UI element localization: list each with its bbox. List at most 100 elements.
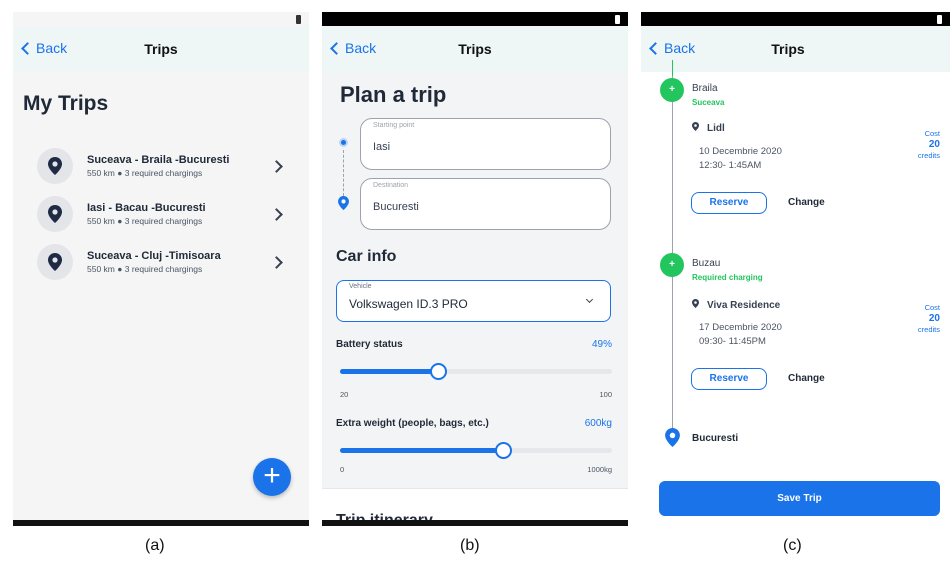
cost-value: 20 [928, 313, 940, 324]
add-trip-button[interactable]: + [253, 458, 291, 496]
reservation-time: 09:30- 11:45PM [699, 336, 766, 347]
change-button[interactable]: Change [788, 373, 825, 384]
reservation-date: 17 Decembrie 2020 [699, 322, 782, 333]
location-pin-icon [692, 122, 699, 134]
reservation-datetime: 10 Decembrie 2020 12:30- 1:45AM [699, 145, 782, 173]
starting-point-field[interactable]: Starting point Iasi [360, 118, 611, 170]
station-name: Lidl [692, 122, 725, 134]
reservation-date: 10 Decembrie 2020 [699, 146, 782, 157]
battery-slider[interactable] [340, 363, 612, 380]
bottom-bar [13, 520, 309, 526]
battery-min: 20 [340, 390, 349, 399]
destination-pin-icon [665, 428, 680, 452]
status-bar [13, 12, 309, 26]
cost-badge: Cost 20 credits [918, 302, 940, 335]
station-label: Lidl [707, 122, 725, 134]
screen-trip-itinerary: Back Trips + Braila Suceava Lidl 10 Dece… [641, 12, 950, 526]
car-info-heading: Car info [336, 248, 397, 265]
trip-item[interactable]: Iasi - Bacau -Bucuresti 550 km ● 3 requi… [37, 196, 287, 232]
nav-bar: Back Trips [322, 26, 628, 72]
bullet-icon: ● [117, 216, 123, 226]
location-pin-icon [37, 148, 73, 184]
battery-slider-fill [340, 369, 438, 374]
timeline-line [672, 72, 673, 432]
route-connector [343, 150, 344, 196]
battery-icon [937, 15, 942, 24]
weight-min: 0 [340, 465, 345, 474]
charging-stop-icon: + [660, 253, 684, 277]
vehicle-select[interactable]: Vehicle Volkswagen ID.3 PRO [336, 280, 611, 322]
location-pin-icon [338, 196, 349, 215]
station-label: Viva Residence [707, 299, 781, 311]
trip-title: Suceava - Cluj -Timisoara [87, 250, 221, 262]
trip-item[interactable]: Suceava - Cluj -Timisoara 550 km ● 3 req… [37, 244, 287, 280]
nav-title: Trips [771, 41, 805, 57]
change-button[interactable]: Change [788, 197, 825, 208]
starting-point-value: Iasi [373, 141, 391, 153]
cost-value: 20 [928, 139, 940, 150]
extra-weight-label: Extra weight (people, bags, etc.) [336, 418, 489, 429]
stop-city: Buzau [692, 258, 721, 269]
stop-city: Braila [692, 83, 718, 94]
status-bar [641, 12, 950, 26]
reserve-button[interactable]: Reserve [691, 192, 767, 214]
timeline-line-start [672, 60, 673, 76]
cost-unit: credits [917, 151, 940, 160]
charging-stop-icon: + [660, 78, 684, 102]
caption-b: (b) [460, 537, 480, 554]
destination-city: Bucuresti [692, 433, 739, 444]
trip-item[interactable]: Suceava - Braila -Bucuresti 550 km ● 3 r… [37, 148, 287, 184]
extra-weight-value: 600kg [584, 418, 612, 429]
battery-slider-thumb[interactable] [429, 363, 447, 380]
destination-field[interactable]: Destination Bucuresti [360, 178, 611, 230]
stop-subtitle: Suceava [692, 98, 725, 107]
cost-badge: Cost 20 credits [918, 128, 940, 161]
cost-label: Cost [924, 303, 940, 312]
page-title: Plan a trip [340, 82, 447, 107]
destination-value: Bucuresti [373, 201, 419, 213]
status-bar [322, 12, 628, 26]
nav-bar: Back Trips [641, 26, 950, 72]
trip-title: Suceava - Braila -Bucuresti [87, 154, 230, 166]
weight-slider[interactable] [340, 442, 612, 459]
trip-meta: 550 km ● 3 required chargings [87, 264, 203, 274]
chevron-right-icon [270, 255, 283, 269]
reservation-time: 12:30- 1:45AM [699, 160, 762, 171]
save-trip-button[interactable]: Save Trip [659, 481, 940, 516]
destination-label: Destination [373, 182, 409, 189]
station-name: Viva Residence [692, 299, 780, 311]
weight-slider-thumb[interactable] [495, 442, 513, 459]
battery-icon [615, 15, 620, 24]
caption-a: (a) [145, 537, 165, 554]
battery-icon [296, 15, 301, 24]
cost-label: Cost [924, 129, 940, 138]
cost-unit: credits [917, 325, 940, 334]
trip-meta: 550 km ● 3 required chargings [87, 216, 203, 226]
starting-point-label: Starting point [373, 122, 415, 129]
location-pin-icon [37, 244, 73, 280]
weight-max: 1000kg [587, 465, 612, 474]
caption-c: (c) [783, 537, 802, 554]
screen-my-trips: Back Trips My Trips Suceava - Braila -Bu… [13, 12, 309, 526]
location-pin-icon [692, 299, 699, 311]
bullet-icon: ● [117, 168, 123, 178]
screen-plan-trip: Back Trips Plan a trip Starting point Ia… [322, 12, 628, 526]
nav-title: Trips [458, 41, 492, 57]
weight-slider-fill [340, 448, 504, 453]
chevron-right-icon [270, 159, 283, 173]
location-pin-icon [37, 196, 73, 232]
battery-status-label: Battery status [336, 339, 403, 350]
nav-bar: Back Trips [13, 26, 309, 72]
reservation-datetime: 17 Decembrie 2020 09:30- 11:45PM [699, 321, 782, 349]
reserve-button[interactable]: Reserve [691, 368, 767, 390]
nav-title: Trips [144, 41, 178, 57]
bottom-bar [322, 520, 628, 526]
battery-max: 100 [599, 390, 612, 399]
vehicle-label: Vehicle [349, 283, 372, 290]
start-dot-icon [339, 138, 348, 147]
chevron-down-icon [585, 295, 594, 304]
bullet-icon: ● [117, 264, 123, 274]
page-title: My Trips [23, 92, 109, 115]
stop-subtitle: Required charging [692, 273, 763, 282]
trip-meta: 550 km ● 3 required chargings [87, 168, 203, 178]
